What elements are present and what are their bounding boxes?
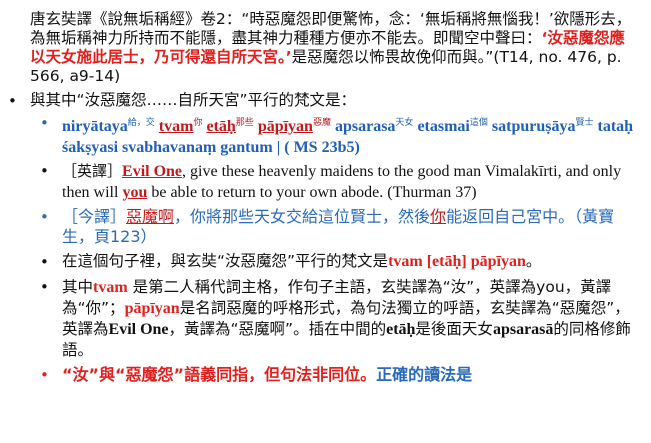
- conclusion-item: • “汝”與“惡魔怨”語義同指，但句法非同位。正確的讀法是: [40, 365, 637, 385]
- grammar-papiyan: pāpīyan: [124, 300, 180, 317]
- skt-gloss: 惡魔: [312, 118, 331, 128]
- skt-gloss: 天女: [395, 118, 414, 128]
- eng-label: ［英譯］: [62, 162, 123, 180]
- english-translation-item: • ［英譯］Evil One, give these heavenly maid…: [40, 161, 637, 203]
- english-translation: ［英譯］Evil One, give these heavenly maiden…: [62, 161, 637, 203]
- modern-you: 你: [430, 207, 447, 226]
- skt-word: etasmai: [417, 118, 470, 135]
- grammar-apsarasa: apsarasā: [492, 321, 554, 338]
- grammar-text: 其中: [62, 278, 94, 296]
- bullet-icon: •: [40, 278, 49, 296]
- skt-gloss: 你: [193, 118, 203, 128]
- modern-translation: ［今譯］惡魔啊，你將那些天女交給這位賢士，然後你能返回自己宮中。（黃寶生，頁12…: [62, 207, 637, 247]
- modern-evil: 惡魔啊: [126, 207, 175, 226]
- conclusion-blue: 正確的讀法是: [376, 365, 473, 384]
- sanskrit-sentence: niryātaya給，交 tvam你 etāḥ那些 pāpīyan惡魔 apsa…: [62, 113, 637, 158]
- skt-gloss: 那些: [235, 118, 254, 128]
- grammar-tvam: tvam: [93, 279, 128, 296]
- slide: 唐玄奘譯《說無垢稱經》卷2：“時惡魔怨即便驚怖，念：‘無垢稱將無惱我！’欲隱形去…: [0, 0, 651, 443]
- skt-word: satpuruṣāya: [491, 118, 576, 135]
- bullet-icon: •: [40, 253, 49, 271]
- parallel-sanskrit: tvam [etāḥ] pāpīyan: [388, 253, 526, 270]
- skt-word: tvam: [158, 118, 194, 135]
- grammar-note-item: • 其中tvam 是第二人稱代詞主格，作句子主語，玄奘譯為“汝”，英譯為you，…: [40, 277, 637, 360]
- modern-text-1: ，你將那些天女交給這位賢士，然後: [174, 207, 431, 226]
- grammar-evil-one: Evil One: [108, 321, 169, 338]
- parallel-note: 在這個句子裡，與玄奘“汝惡魔怨”平行的梵文是tvam [etāḥ] pāpīya…: [62, 252, 541, 271]
- bullet-text: 與其中“汝惡魔怨……自所天宮”平行的梵文是：: [30, 91, 357, 109]
- parallel-text: 在這個句子裡，與玄奘“汝惡魔怨”平行的梵文是: [62, 252, 389, 270]
- bullet-icon: •: [40, 162, 49, 180]
- bullet-icon: •: [8, 92, 17, 110]
- skt-word: apsarasa: [334, 118, 396, 135]
- conclusion: “汝”與“惡魔怨”語義同指，但句法非同位。正確的讀法是: [62, 365, 472, 384]
- grammar-etah: etāḥ: [386, 321, 416, 338]
- conclusion-red: “汝”與“惡魔怨”語義同指，但句法非同位。: [62, 365, 377, 384]
- sanskrit-gloss-item: • niryātaya給，交 tvam你 etāḥ那些 pāpīyan惡魔 ap…: [40, 113, 637, 158]
- skt-gloss: 這個: [469, 118, 488, 128]
- skt-word: pāpīyan: [257, 118, 313, 135]
- modern-label: ［今譯］: [62, 207, 127, 226]
- parallel-note-item: • 在這個句子裡，與玄奘“汝惡魔怨”平行的梵文是tvam [etāḥ] pāpī…: [40, 252, 637, 272]
- eng-evil-one: Evil One: [122, 163, 183, 180]
- bullet-icon: •: [40, 208, 49, 226]
- grammar-note: 其中tvam 是第二人稱代詞主格，作句子主語，玄奘譯為“汝”，英譯為you，黃譯…: [62, 277, 637, 360]
- modern-translation-item: • ［今譯］惡魔啊，你將那些天女交給這位賢士，然後你能返回自己宮中。（黃寶生，頁…: [40, 207, 637, 247]
- skt-word: niryātaya: [62, 118, 128, 135]
- skt-gloss: 賢士: [575, 118, 594, 128]
- eng-text-2: be able to return to your own abode. (Th…: [147, 184, 477, 201]
- grammar-text: 是後面天女: [415, 320, 493, 338]
- bullet-parallel-sanskrit: • 與其中“汝惡魔怨……自所天宮”平行的梵文是：: [8, 91, 637, 111]
- skt-gloss: 給，交: [127, 118, 155, 128]
- quote-paragraph: 唐玄奘譯《說無垢稱經》卷2：“時惡魔怨即便驚怖，念：‘無垢稱將無惱我！’欲隱形去…: [30, 10, 637, 86]
- grammar-text: ，黃譯為“惡魔啊”。插在中間的: [168, 320, 387, 338]
- eng-you: you: [122, 184, 148, 201]
- skt-word: etāḥ: [206, 118, 236, 135]
- parallel-end: 。: [525, 252, 542, 270]
- bullet-icon: •: [40, 366, 49, 384]
- bullet-icon: •: [40, 114, 49, 132]
